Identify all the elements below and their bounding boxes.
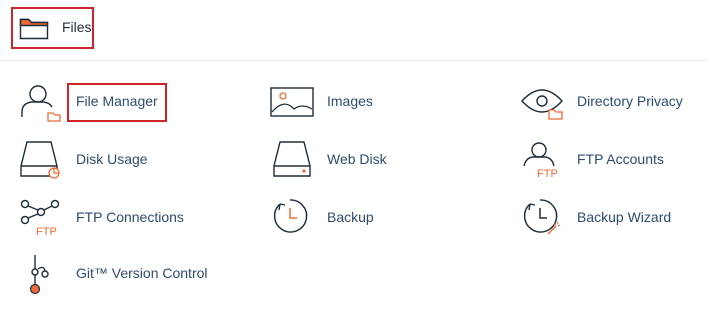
file-manager-link[interactable]: File Manager — [19, 82, 179, 122]
files-section-header[interactable]: Files — [0, 0, 707, 61]
clock-icon — [273, 199, 308, 233]
item-label: File Manager — [76, 93, 158, 109]
svg-text:FTP: FTP — [36, 226, 57, 238]
item-label: Images — [327, 93, 373, 109]
backup-link[interactable]: Backup — [270, 198, 430, 238]
item-label: Disk Usage — [76, 151, 148, 167]
hard-drive-icon — [273, 141, 311, 177]
svg-text:FTP: FTP — [537, 168, 558, 180]
ftp-user-icon: FTP — [523, 142, 558, 180]
disk-usage-icon — [20, 141, 60, 179]
item-label: Git™ Version Control — [76, 265, 208, 281]
file-manager-icon — [21, 85, 61, 122]
image-icon — [270, 87, 314, 117]
directory-privacy-link[interactable]: Directory Privacy — [520, 82, 700, 122]
ftp-connections-link[interactable]: FTP FTP Connections — [19, 198, 199, 238]
item-label: Backup Wizard — [577, 209, 672, 225]
disk-usage-link[interactable]: Disk Usage — [19, 140, 179, 180]
item-label: Backup — [327, 209, 374, 225]
item-label: Web Disk — [327, 151, 387, 167]
backup-wizard-link[interactable]: Backup Wizard — [520, 198, 700, 238]
ftp-accounts-link[interactable]: FTP FTP Accounts — [520, 140, 700, 180]
folder-icon — [19, 18, 49, 40]
item-label: FTP Connections — [76, 209, 184, 225]
section-title: Files — [62, 19, 92, 35]
eye-folder-icon — [521, 89, 563, 120]
network-ftp-icon: FTP — [20, 199, 60, 238]
web-disk-link[interactable]: Web Disk — [270, 140, 430, 180]
item-label: Directory Privacy — [577, 93, 683, 109]
git-branch-icon — [29, 255, 49, 295]
clock-wand-icon — [523, 199, 561, 235]
images-link[interactable]: Images — [270, 82, 430, 122]
item-label: FTP Accounts — [577, 151, 664, 167]
git-version-control-link[interactable]: Git™ Version Control — [19, 254, 229, 296]
